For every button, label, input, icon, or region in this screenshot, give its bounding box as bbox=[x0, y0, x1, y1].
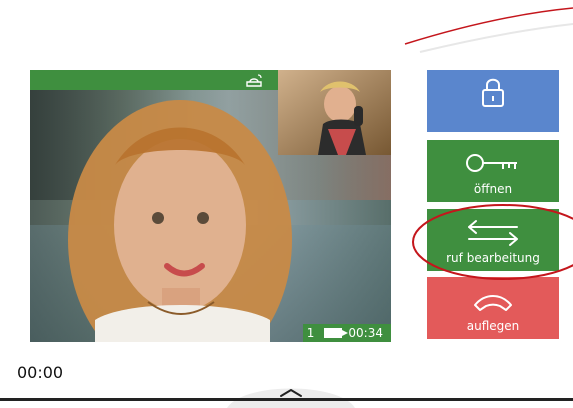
open-button[interactable]: öffnen bbox=[427, 140, 559, 202]
camera-icon bbox=[324, 328, 349, 338]
hangup-label: auflegen bbox=[466, 319, 520, 333]
padlock-icon bbox=[482, 78, 504, 107]
key-icon bbox=[466, 154, 517, 172]
video-frame: 1 00:34 bbox=[30, 70, 391, 342]
elapsed-time: 00:00 bbox=[17, 363, 64, 382]
handset-icon bbox=[246, 74, 262, 87]
phone-hangup-icon bbox=[474, 295, 512, 311]
camera-count: 1 bbox=[306, 326, 315, 340]
open-label: öffnen bbox=[473, 182, 513, 196]
caller-thumbnail bbox=[278, 70, 391, 155]
bottom-handle[interactable] bbox=[225, 372, 357, 408]
call-duration: 00:34 bbox=[348, 326, 383, 340]
unlock-button[interactable] bbox=[427, 70, 559, 132]
highlight-circle bbox=[412, 204, 573, 280]
top-decoration bbox=[404, 7, 573, 53]
call-timer: 1 00:34 bbox=[303, 324, 391, 342]
hangup-button[interactable]: auflegen bbox=[427, 277, 559, 339]
